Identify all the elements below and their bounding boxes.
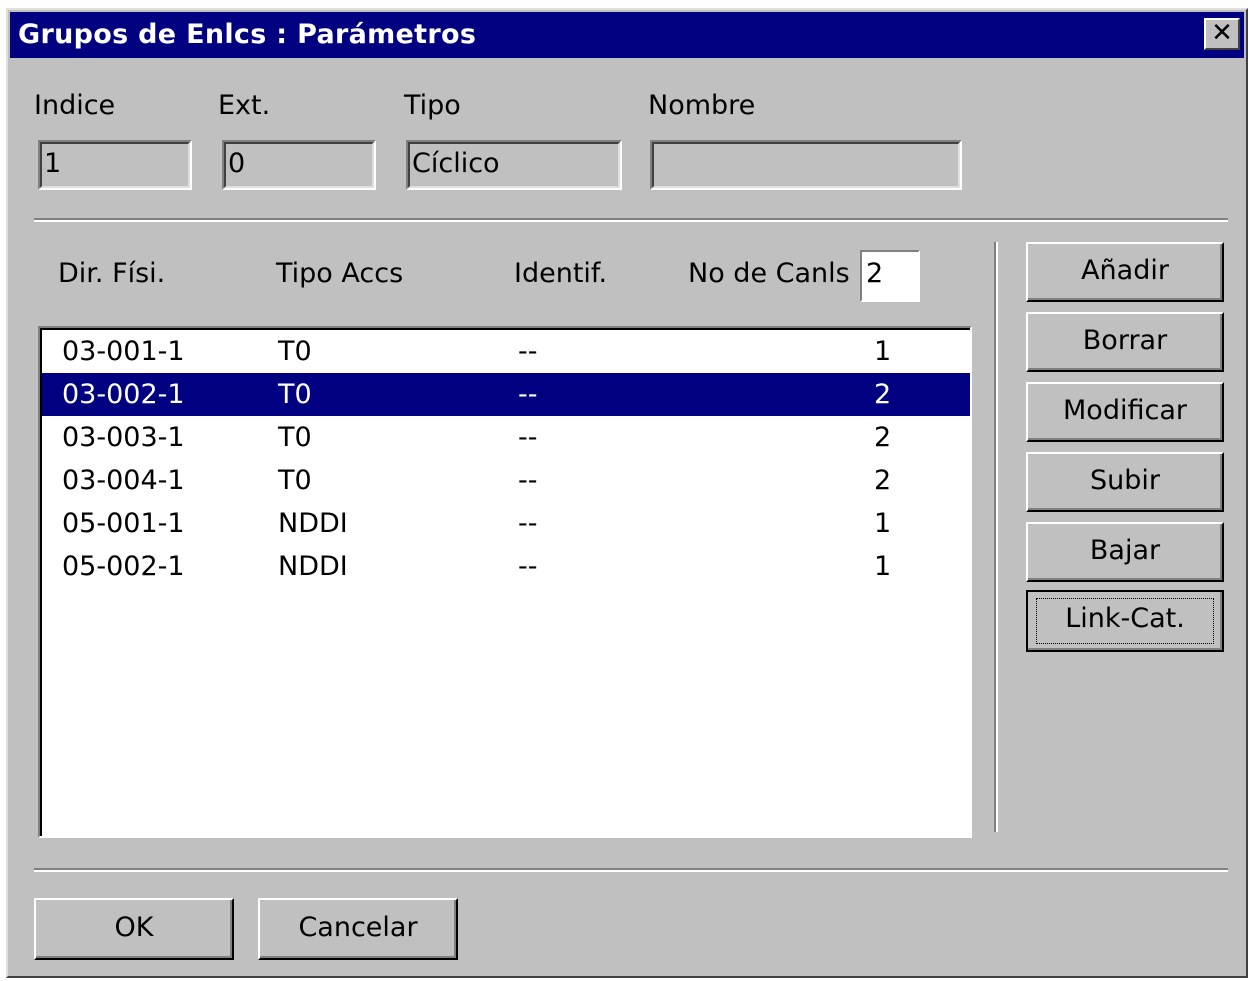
header-canales: No de Canls bbox=[688, 258, 850, 289]
tipo-value: Cíclico bbox=[408, 142, 620, 188]
cell-dir-fisica: 03-003-1 bbox=[62, 422, 185, 453]
listbox-frame: 03-001-1 T0 -- 1 03-002-1 T0 -- 2 03-003-1 T0 -- 2 0… bbox=[40, 328, 970, 836]
tipo-field: Cíclico bbox=[406, 140, 622, 190]
cancelar-button[interactable]: Cancelar bbox=[258, 898, 458, 960]
cell-dir-fisica: 05-001-1 bbox=[62, 508, 185, 539]
cell-tipo-acceso: T0 bbox=[278, 465, 312, 496]
close-icon: ✕ bbox=[1211, 18, 1233, 48]
indice-value: 1 bbox=[40, 142, 190, 188]
borrar-button[interactable]: Borrar bbox=[1026, 312, 1224, 372]
cell-dir-fisica: 03-001-1 bbox=[62, 336, 185, 367]
ok-button[interactable]: OK bbox=[34, 898, 234, 960]
list-row[interactable]: 03-001-1 T0 -- 1 bbox=[42, 330, 970, 373]
ext-value: 0 bbox=[224, 142, 374, 188]
nombre-label: Nombre bbox=[648, 90, 756, 121]
cell-dir-fisica: 03-004-1 bbox=[62, 465, 185, 496]
link-cat-button[interactable]: Link-Cat. bbox=[1026, 590, 1224, 652]
cell-canales: 2 bbox=[874, 422, 892, 453]
cell-canales: 1 bbox=[874, 336, 892, 367]
tipo-label: Tipo bbox=[404, 90, 461, 121]
ext-label: Ext. bbox=[218, 90, 271, 121]
nombre-value bbox=[652, 142, 960, 188]
cell-dir-fisica: 03-002-1 bbox=[62, 379, 185, 410]
cell-tipo-acceso: T0 bbox=[278, 379, 312, 410]
cell-canales: 2 bbox=[874, 379, 892, 410]
cell-tipo-acceso: T0 bbox=[278, 422, 312, 453]
list-row[interactable]: 05-001-1 NDDI -- 1 bbox=[42, 502, 970, 545]
cell-canales: 1 bbox=[874, 551, 892, 582]
list-row[interactable]: 03-003-1 T0 -- 2 bbox=[42, 416, 970, 459]
cell-canales: 1 bbox=[874, 508, 892, 539]
cell-identif: -- bbox=[518, 336, 538, 367]
header-dir-fisica: Dir. Físi. bbox=[58, 258, 166, 289]
title-bar[interactable]: Grupos de Enlcs : Parámetros ✕ bbox=[10, 12, 1244, 58]
list-row[interactable]: 03-002-1 T0 -- 2 bbox=[42, 373, 970, 416]
subir-button[interactable]: Subir bbox=[1026, 452, 1224, 512]
cell-tipo-acceso: NDDI bbox=[278, 551, 348, 582]
window-title: Grupos de Enlcs : Parámetros bbox=[18, 19, 477, 50]
header-identif: Identif. bbox=[514, 258, 608, 289]
cell-canales: 2 bbox=[874, 465, 892, 496]
modificar-button[interactable]: Modificar bbox=[1026, 382, 1224, 442]
cell-dir-fisica: 05-002-1 bbox=[62, 551, 185, 582]
enlaces-listbox[interactable]: 03-001-1 T0 -- 1 03-002-1 T0 -- 2 03-003-1 T0 -- 2 0… bbox=[38, 326, 972, 838]
canales-input[interactable]: 2 bbox=[860, 250, 920, 302]
indice-field: 1 bbox=[38, 140, 192, 190]
anadir-button[interactable]: Añadir bbox=[1026, 242, 1224, 302]
link-cat-label: Link-Cat. bbox=[1065, 603, 1185, 634]
close-button[interactable]: ✕ bbox=[1204, 18, 1240, 50]
cell-identif: -- bbox=[518, 379, 538, 410]
cell-identif: -- bbox=[518, 422, 538, 453]
top-separator bbox=[34, 218, 1228, 222]
cell-identif: -- bbox=[518, 551, 538, 582]
indice-label: Indice bbox=[34, 90, 116, 121]
cell-identif: -- bbox=[518, 465, 538, 496]
bajar-button[interactable]: Bajar bbox=[1026, 522, 1224, 582]
cell-tipo-acceso: T0 bbox=[278, 336, 312, 367]
header-tipo-acceso: Tipo Accs bbox=[276, 258, 404, 289]
vertical-separator bbox=[994, 242, 998, 832]
nombre-field bbox=[650, 140, 962, 190]
dialog-window: Grupos de Enlcs : Parámetros ✕ Indice 1 … bbox=[6, 8, 1248, 978]
bottom-separator bbox=[34, 868, 1228, 872]
cell-tipo-acceso: NDDI bbox=[278, 508, 348, 539]
ext-field: 0 bbox=[222, 140, 376, 190]
list-row[interactable]: 05-002-1 NDDI -- 1 bbox=[42, 545, 970, 588]
list-row[interactable]: 03-004-1 T0 -- 2 bbox=[42, 459, 970, 502]
cell-identif: -- bbox=[518, 508, 538, 539]
